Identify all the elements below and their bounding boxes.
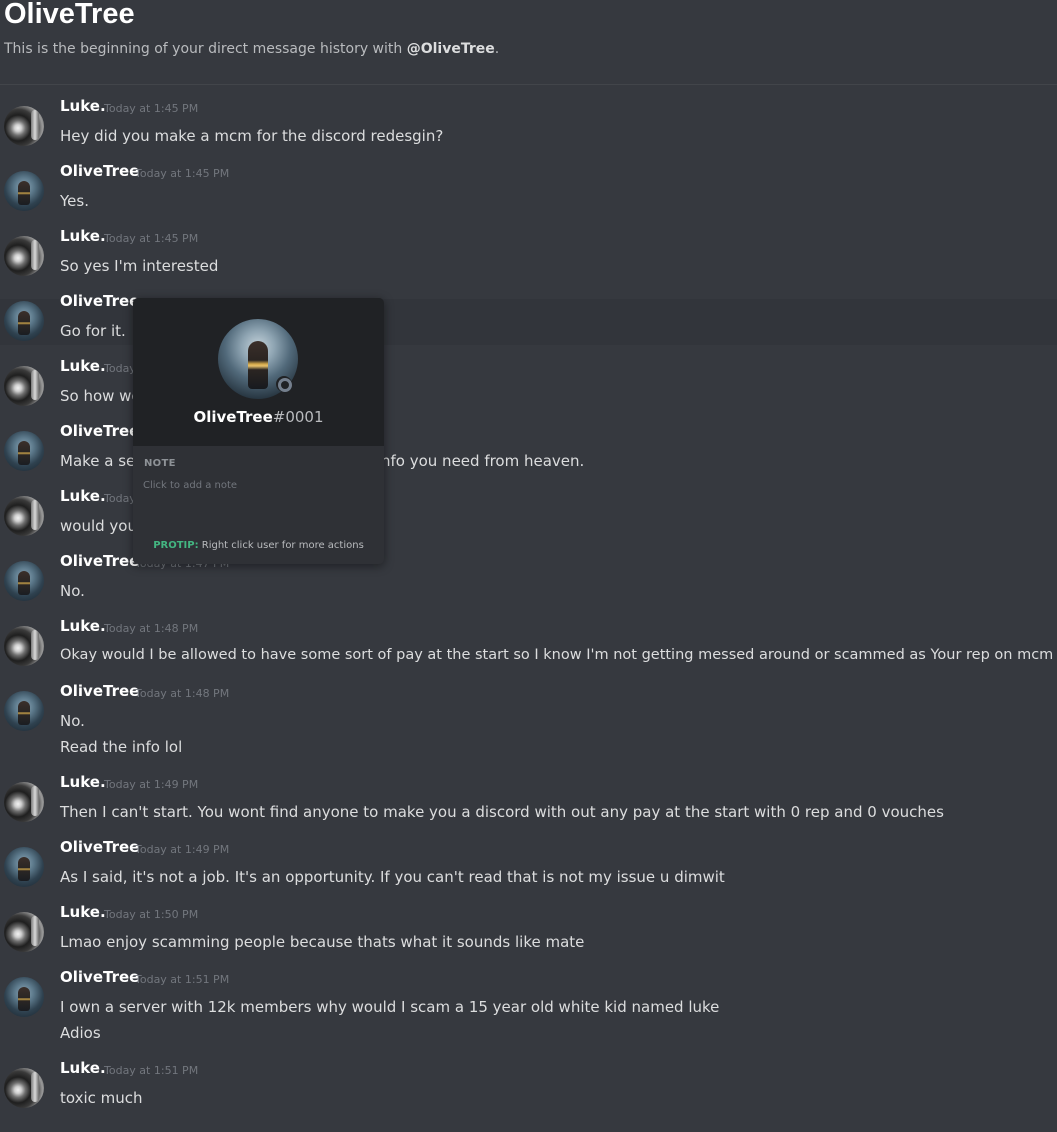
message-text: would you	[60, 517, 137, 535]
dm-title: OliveTree	[4, 0, 135, 30]
note-input[interactable]: Click to add a note	[143, 480, 373, 498]
protip-label: PROTIP:	[153, 540, 199, 551]
message-group: Luke. Today at 1:45 PM So yes I'm intere…	[0, 227, 1057, 276]
message-group: OliveTree Today at 1:49 PM As I said, it…	[0, 838, 1057, 887]
offline-status-icon	[276, 376, 292, 392]
message-author[interactable]: OliveTree	[60, 838, 139, 856]
message-timestamp: Today at 1:50 PM	[104, 908, 199, 921]
protip-text: PROTIP: Right click user for more action…	[133, 540, 384, 551]
intro-handle[interactable]: @OliveTree	[407, 41, 495, 57]
avatar[interactable]	[4, 496, 44, 536]
avatar[interactable]	[4, 626, 44, 666]
message-author[interactable]: OliveTree	[60, 682, 139, 700]
message-timestamp: Today at 1:48 PM	[135, 687, 230, 700]
message-text: Then I can't start. You wont find anyone…	[60, 803, 944, 821]
avatar[interactable]	[4, 106, 44, 146]
message-group: OliveTree Today at 1:45 PM Yes.	[0, 162, 1057, 211]
message-author[interactable]: OliveTree	[60, 968, 139, 986]
profile-username[interactable]: OliveTree#0001	[133, 408, 384, 426]
message-group: OliveTree Today at 1:47 PM No.	[0, 552, 1057, 601]
avatar[interactable]	[4, 782, 44, 822]
protip-message: Right click user for more actions	[198, 540, 364, 551]
message-text: Hey did you make a mcm for the discord r…	[60, 127, 444, 145]
message-timestamp: Today	[104, 492, 136, 505]
channel-header: OliveTree This is the beginning of your …	[0, 0, 1057, 85]
avatar[interactable]	[4, 561, 44, 601]
message-timestamp: Today at 1:45 PM	[104, 232, 199, 245]
avatar[interactable]	[4, 366, 44, 406]
message-group: OliveTree Today at 1:51 PM I own a serve…	[0, 968, 1057, 1042]
message-timestamp: Today at 1:49 PM	[135, 843, 230, 856]
avatar[interactable]	[4, 236, 44, 276]
message-group: Luke. Today at 1:45 PM Hey did you make …	[0, 97, 1057, 146]
avatar[interactable]	[4, 691, 44, 731]
avatar[interactable]	[4, 912, 44, 952]
avatar[interactable]	[4, 1068, 44, 1108]
message-text: I own a server with 12k members why woul…	[60, 998, 720, 1016]
message-group: Luke. Today at 1:51 PM toxic much	[0, 1059, 1057, 1108]
note-label: NOTE	[144, 458, 176, 469]
message-text: Go for it.	[60, 322, 126, 340]
avatar[interactable]	[4, 977, 44, 1017]
intro-prefix: This is the beginning of your direct mes…	[4, 41, 407, 57]
message-text: Adios	[60, 1024, 101, 1042]
message-author[interactable]: OliveTree	[60, 552, 139, 570]
message-group: OliveTree Today at 1:48 PM No. Read the …	[0, 682, 1057, 756]
message-timestamp: Today at 1:49 PM	[104, 778, 199, 791]
message-timestamp: Today at 1:51 PM	[104, 1064, 199, 1077]
message-group: Luke. Today at 1:48 PM Okay would I be a…	[0, 617, 1057, 666]
message-text: Make a ser	[60, 452, 142, 470]
message-author[interactable]: Luke.	[60, 227, 106, 245]
message-text: Read the info lol	[60, 738, 183, 756]
message-text: No.	[60, 712, 85, 730]
message-group: Luke. Today at 1:49 PM Then I can't star…	[0, 773, 1057, 822]
message-timestamp: Today at 1:48 PM	[104, 622, 199, 635]
message-text: As I said, it's not a job. It's an oppor…	[60, 868, 725, 886]
message-timestamp: Today at 1:45 PM	[104, 102, 199, 115]
message-author[interactable]: Luke.	[60, 1059, 106, 1077]
message-timestamp: Today at 1:51 PM	[135, 973, 230, 986]
message-author[interactable]: OliveTree	[60, 422, 139, 440]
message-text: No.	[60, 582, 85, 600]
message-text: Okay would I be allowed to have some sor…	[60, 647, 1057, 663]
message-author[interactable]: Luke.	[60, 357, 106, 375]
message-text-continued: nfo you need from heaven.	[381, 452, 585, 470]
message-text: So yes I'm interested	[60, 257, 219, 275]
discriminator-text: #0001	[272, 408, 324, 426]
user-profile-popout: OliveTree#0001 NOTE Click to add a note …	[133, 298, 384, 564]
message-group: Luke. Today at 1:50 PM Lmao enjoy scammi…	[0, 903, 1057, 952]
avatar[interactable]	[4, 301, 44, 341]
intro-suffix: .	[494, 41, 500, 57]
message-text: Yes.	[60, 192, 89, 210]
message-author[interactable]: Luke.	[60, 903, 106, 921]
message-author[interactable]: Luke.	[60, 487, 106, 505]
message-text: Lmao enjoy scamming people because thats…	[60, 933, 585, 951]
avatar[interactable]	[4, 847, 44, 887]
message-author[interactable]: Luke.	[60, 97, 106, 115]
message-author[interactable]: Luke.	[60, 773, 106, 791]
avatar[interactable]	[4, 171, 44, 211]
popout-header: OliveTree#0001	[133, 298, 384, 446]
message-author[interactable]: OliveTree	[60, 162, 139, 180]
avatar[interactable]	[4, 431, 44, 471]
username-text: OliveTree	[193, 408, 273, 426]
message-timestamp: Today	[104, 362, 136, 375]
dm-intro-text: This is the beginning of your direct mes…	[4, 41, 499, 57]
message-timestamp: Today at 1:45 PM	[135, 167, 230, 180]
message-text: toxic much	[60, 1089, 143, 1107]
message-author[interactable]: Luke.	[60, 617, 106, 635]
message-author[interactable]: OliveTree	[60, 292, 139, 310]
message-text: So how wo	[60, 387, 141, 405]
